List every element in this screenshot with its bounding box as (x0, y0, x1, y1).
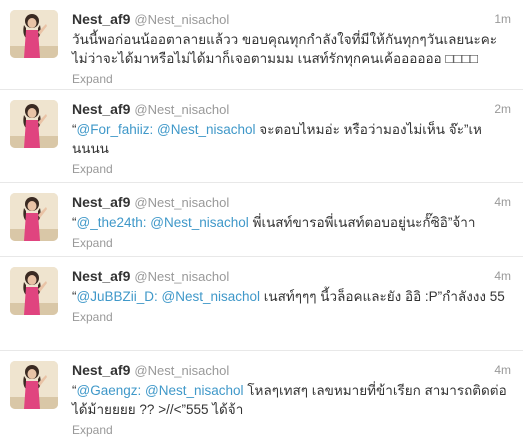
expand-link[interactable]: Expand (72, 235, 511, 251)
expand-link[interactable]: Expand (72, 422, 511, 438)
tweet-text: “@For_fahiiz: @Nest_nisachol จะตอบไหมอ่ะ… (72, 120, 511, 158)
mention-link[interactable]: @Nest_nisachol (157, 122, 256, 137)
avatar[interactable] (10, 193, 58, 241)
tweet-text: “@JuBBZii_D: @Nest_nisachol เนสท์ๆๆๆ นี้… (72, 287, 511, 306)
tweet-timestamp[interactable]: 4m (494, 361, 511, 379)
tweet-body: วันนี้พอก่อนน้ออตาลายแล้วว ขอบคุณทุกกำลั… (72, 32, 498, 66)
tweet-fullname[interactable]: Nest_af9 (72, 268, 130, 284)
tweet-item[interactable]: Nest_af9 @Nest_nisachol 4m “@JuBBZii_D: @… (0, 257, 523, 351)
tweet-text: วันนี้พอก่อนน้ออตาลายแล้วว ขอบคุณทุกกำลั… (72, 30, 511, 68)
expand-link[interactable]: Expand (72, 309, 511, 325)
tweet-username[interactable]: @Nest_nisachol (134, 269, 229, 284)
tweet-username[interactable]: @Nest_nisachol (134, 12, 229, 27)
tweet-body: พี่เนสท์ขารอพี่เนสท์ตอบอยู่นะกั๊ซิอิ”จ้า… (252, 215, 476, 230)
tweet-timestamp[interactable]: 1m (494, 10, 511, 28)
expand-link[interactable]: Expand (72, 161, 511, 177)
expand-link[interactable]: Expand (72, 71, 511, 87)
tweet-fullname[interactable]: Nest_af9 (72, 11, 130, 27)
mention-link[interactable]: @Nest_nisachol (150, 215, 249, 230)
mention-link[interactable]: @_the24th: (77, 215, 147, 230)
avatar[interactable] (10, 10, 58, 58)
tweet-text: “@Gaengz: @Nest_nisachol โหลๆเทสๆ เลขหมา… (72, 381, 511, 419)
tweet-timestamp[interactable]: 2m (494, 100, 511, 118)
mention-link[interactable]: @JuBBZii_D: (77, 289, 158, 304)
tweet-item[interactable]: Nest_af9 @Nest_nisachol 4m “@_the24th: @N… (0, 183, 523, 257)
avatar[interactable] (10, 100, 58, 148)
avatar[interactable] (10, 361, 58, 409)
tweet-timestamp[interactable]: 4m (494, 193, 511, 211)
tweet-username[interactable]: @Nest_nisachol (134, 195, 229, 210)
tweet-fullname[interactable]: Nest_af9 (72, 362, 130, 378)
mention-link[interactable]: @Nest_nisachol (162, 289, 261, 304)
tweet-fullname[interactable]: Nest_af9 (72, 194, 130, 210)
mention-link[interactable]: @For_fahiiz: (77, 122, 154, 137)
tweet-fullname[interactable]: Nest_af9 (72, 101, 130, 117)
mention-link[interactable]: @Nest_nisachol (145, 383, 244, 398)
mention-link[interactable]: @Gaengz: (77, 383, 142, 398)
tweet-username[interactable]: @Nest_nisachol (134, 102, 229, 117)
tweet-timeline: Nest_af9 @Nest_nisachol 1m วันนี้พอก่อนน้… (0, 0, 523, 447)
tweet-body: เนสท์ๆๆๆ นี้วล็อคและยัง อิอิ :P”กำลังงง … (263, 289, 505, 304)
tweet-item[interactable]: Nest_af9 @Nest_nisachol 2m “@For_fahiiz: … (0, 90, 523, 183)
tweet-item[interactable]: Nest_af9 @Nest_nisachol 1m วันนี้พอก่อนน้… (0, 0, 523, 90)
tweet-timestamp[interactable]: 4m (494, 267, 511, 285)
avatar[interactable] (10, 267, 58, 315)
tweet-username[interactable]: @Nest_nisachol (134, 363, 229, 378)
tweet-item[interactable]: Nest_af9 @Nest_nisachol 4m “@Gaengz: @Nes… (0, 351, 523, 447)
tweet-text: “@_the24th: @Nest_nisachol พี่เนสท์ขารอพ… (72, 213, 511, 232)
